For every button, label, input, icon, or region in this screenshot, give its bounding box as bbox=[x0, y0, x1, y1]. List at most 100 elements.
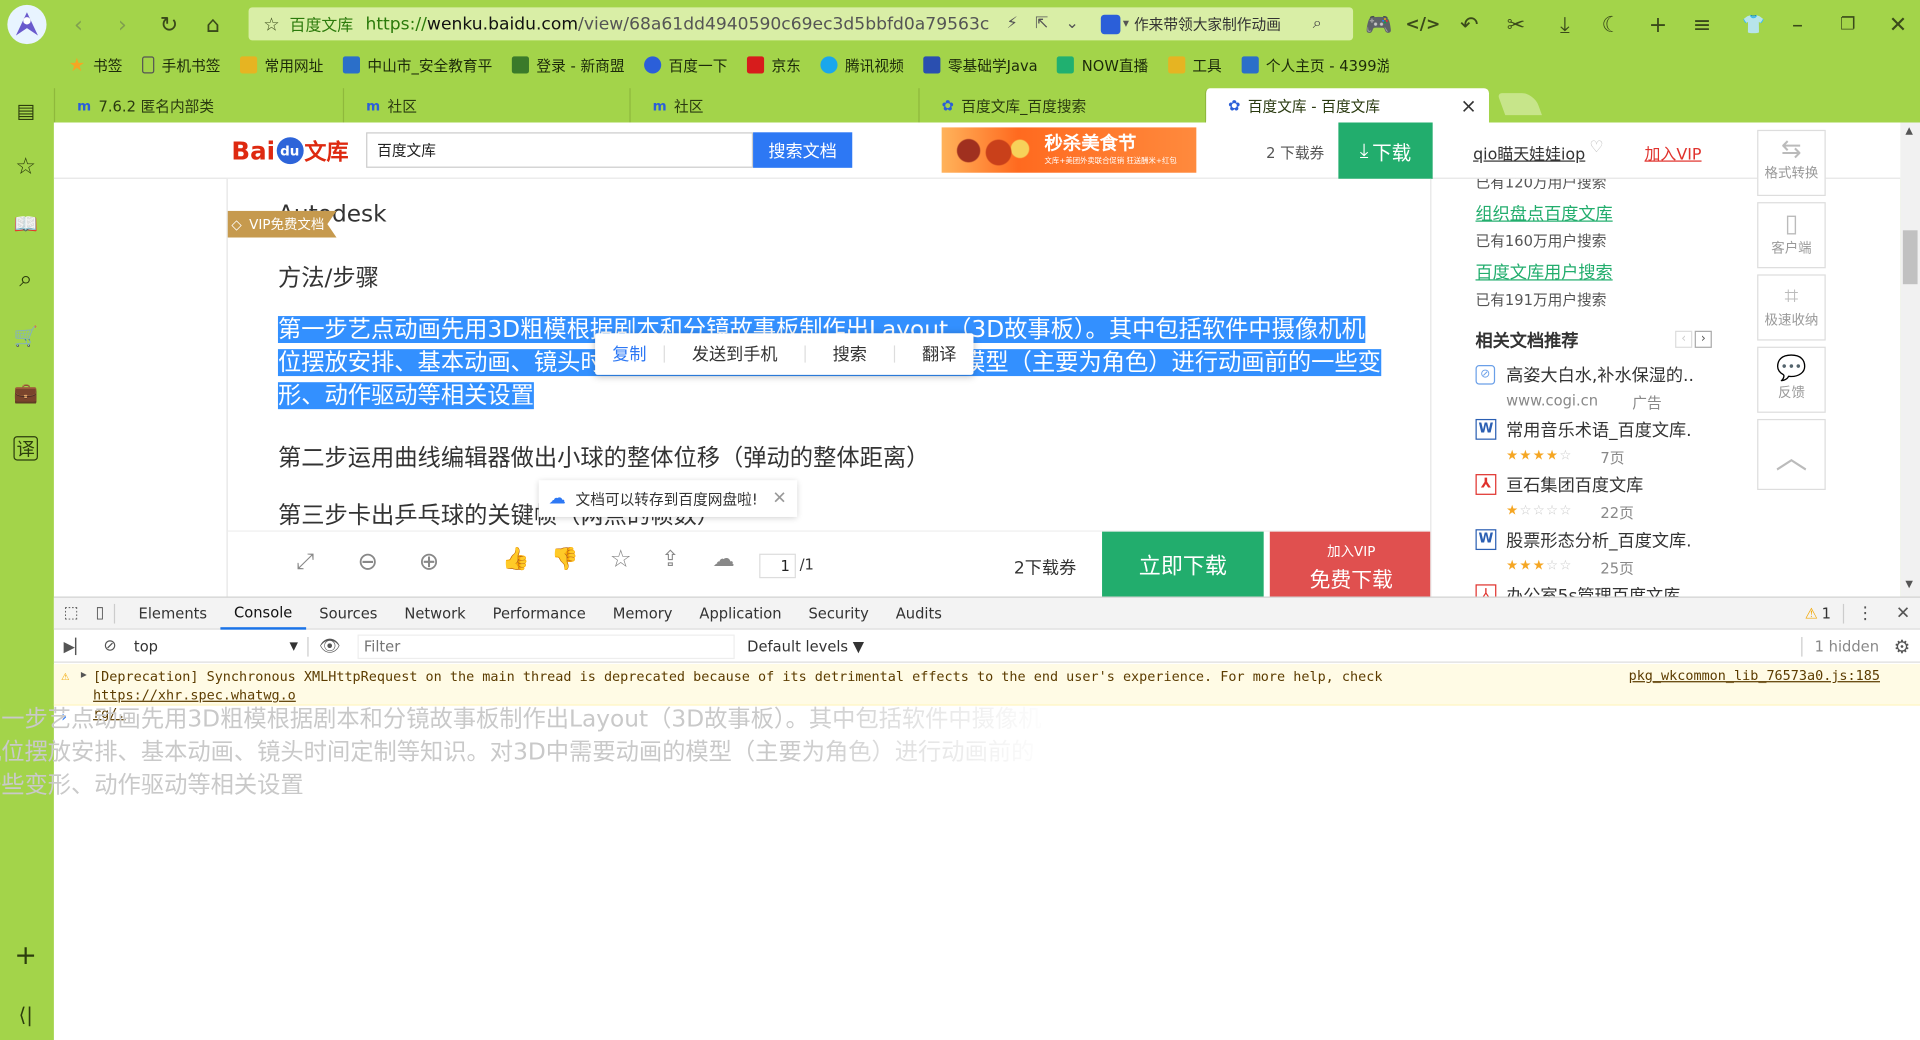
menu-send-to-phone[interactable]: 发送到手机 bbox=[665, 342, 805, 367]
menu-copy[interactable]: 复制 bbox=[595, 342, 664, 367]
share-icon[interactable]: ⇪ bbox=[661, 546, 679, 572]
devtools-tab-performance[interactable]: Performance bbox=[479, 597, 599, 629]
client-button[interactable]: ▯ 客户端 bbox=[1757, 202, 1826, 269]
devtools-menu-icon[interactable]: ⋮ bbox=[1857, 603, 1874, 623]
bookmark-item[interactable]: 京东 bbox=[747, 55, 801, 76]
translate-icon[interactable]: 译 bbox=[13, 436, 38, 461]
devtools-tab-console[interactable]: Console bbox=[220, 597, 306, 630]
bookmark-item[interactable]: 手机书签 bbox=[142, 55, 220, 76]
tab-item[interactable]: ✿ 百度文库_百度搜索 bbox=[918, 88, 1207, 123]
console-filter-input[interactable] bbox=[357, 633, 735, 659]
devtools-tab-network[interactable]: Network bbox=[391, 597, 479, 629]
thumbs-up-icon[interactable]: 👍 bbox=[502, 546, 529, 572]
fullscreen-icon[interactable]: ⤢ bbox=[296, 549, 314, 575]
menu-icon[interactable]: ≡ bbox=[1687, 10, 1716, 39]
zoom-in-icon[interactable]: ⊕ bbox=[419, 546, 440, 575]
devtools-tab-elements[interactable]: Elements bbox=[125, 597, 220, 629]
wenku-search-input[interactable]: 百度文库 bbox=[366, 132, 754, 168]
hot-search-link[interactable]: 百度文库用户搜索 bbox=[1476, 260, 1613, 285]
zoom-out-icon[interactable]: ⊖ bbox=[358, 546, 379, 575]
bookmark-item[interactable]: 个人主页 - 4399游 bbox=[1241, 55, 1388, 76]
share-icon[interactable]: ⇱ bbox=[1035, 15, 1048, 33]
devtools-tab-audits[interactable]: Audits bbox=[882, 597, 955, 629]
lightning-icon[interactable]: ⚡ bbox=[1007, 15, 1018, 33]
add-icon[interactable]: + bbox=[11, 940, 40, 971]
browser-logo[interactable] bbox=[7, 4, 47, 45]
warning-count[interactable]: 1 bbox=[1822, 605, 1831, 622]
menu-search[interactable]: 搜索 bbox=[806, 342, 894, 367]
favorites-icon[interactable]: ☆ bbox=[11, 152, 40, 181]
new-tab-icon[interactable]: + bbox=[1643, 10, 1672, 39]
search-icon[interactable]: ⌕ bbox=[11, 265, 40, 294]
code-icon[interactable]: </> bbox=[1405, 10, 1440, 39]
quick-collect-button[interactable]: ⌗ 极速收纳 bbox=[1757, 274, 1826, 341]
devtools-tab-security[interactable]: Security bbox=[795, 597, 882, 629]
source-link[interactable]: pkg_wkcommon_lib_76573a0.js:185 bbox=[1629, 668, 1880, 684]
search-query[interactable]: 作来带领大家制作动画 bbox=[1134, 13, 1305, 34]
tab-item[interactable]: m 社区 bbox=[629, 88, 918, 123]
bag-icon[interactable]: 💼 bbox=[11, 377, 40, 406]
feedback-button[interactable]: 💬 反馈 bbox=[1757, 346, 1826, 413]
engine-caret-icon[interactable]: ▾ bbox=[1123, 17, 1129, 30]
search-engine-icon[interactable] bbox=[1100, 14, 1121, 34]
vip-free-download-button[interactable]: 加入VIP 免费下载 bbox=[1269, 531, 1431, 597]
download-icon[interactable]: ⤓ bbox=[1550, 10, 1579, 39]
book-icon[interactable]: 📖 bbox=[11, 208, 40, 237]
bookmark-star-icon[interactable]: ☆ bbox=[263, 13, 279, 35]
bookmark-item[interactable]: ★ 书签 bbox=[69, 55, 123, 76]
forward-icon[interactable]: › bbox=[108, 10, 137, 39]
night-mode-icon[interactable]: ☾ bbox=[1597, 10, 1626, 39]
promo-banner[interactable]: 秒杀美食节 文库+美团外卖联合促销 狂送酬米+红包 bbox=[941, 127, 1197, 173]
page-number-input[interactable]: 1 bbox=[759, 553, 796, 579]
scroll-down-arrow[interactable]: ▼ bbox=[1905, 578, 1913, 589]
bookmark-item[interactable]: 中山市_安全教育平 bbox=[342, 55, 492, 76]
tab-close-icon[interactable]: × bbox=[1460, 94, 1476, 117]
device-toolbar-icon[interactable]: ▯ bbox=[96, 604, 105, 622]
devtools-tab-sources[interactable]: Sources bbox=[306, 597, 391, 629]
maximize-icon[interactable]: ❐ bbox=[1833, 10, 1862, 39]
reader-icon[interactable]: ▤ bbox=[11, 96, 40, 125]
tab-item-active[interactable]: ✿ 百度文库 - 百度文库 × bbox=[1204, 88, 1489, 123]
bookmark-item[interactable]: 腾讯视频 bbox=[820, 55, 904, 76]
username-link[interactable]: qio瞄天娃娃iop bbox=[1473, 141, 1585, 164]
page-scrollbar[interactable]: ▲ ▼ bbox=[1900, 122, 1920, 597]
bookmark-item[interactable]: 登录 - 新商盟 bbox=[511, 55, 625, 76]
back-to-top-button[interactable]: ︿ bbox=[1757, 418, 1826, 490]
address-bar[interactable]: ☆ 百度文库 https://wenku.baidu.com/view/68a6… bbox=[248, 7, 1354, 41]
inspect-icon[interactable]: ⬚ bbox=[64, 603, 84, 623]
bookmark-item[interactable]: 常用网址 bbox=[240, 55, 323, 76]
bookmark-item[interactable]: NOW直播 bbox=[1057, 55, 1148, 76]
header-download-button[interactable]: ⤓ 下载 bbox=[1338, 122, 1433, 179]
new-tab-button[interactable] bbox=[1497, 93, 1542, 116]
game-icon[interactable]: 🎮 bbox=[1364, 10, 1393, 39]
tab-item[interactable]: m 7.6.2 匿名内部类 bbox=[53, 88, 343, 123]
bookmark-item[interactable]: 零基础学Java bbox=[923, 55, 1038, 76]
devtools-tab-memory[interactable]: Memory bbox=[599, 597, 686, 629]
bookmark-item[interactable]: 工具 bbox=[1167, 55, 1222, 76]
scroll-up-arrow[interactable]: ▲ bbox=[1905, 125, 1913, 136]
refresh-icon[interactable]: ↻ bbox=[154, 10, 183, 39]
prev-arrow-icon[interactable]: ‹ bbox=[1675, 330, 1693, 348]
dropdown-icon[interactable]: ⌄ bbox=[1065, 15, 1078, 33]
minimize-icon[interactable]: – bbox=[1783, 10, 1812, 39]
settings-gear-icon[interactable]: ⚙ bbox=[1894, 635, 1910, 657]
format-convert-button[interactable]: ⇆ 格式转换 bbox=[1757, 129, 1826, 196]
toast-close-icon[interactable]: ✕ bbox=[772, 489, 786, 509]
eye-icon[interactable]: 👁 bbox=[319, 636, 341, 656]
scissors-icon[interactable]: ✂ bbox=[1501, 10, 1530, 39]
thumbs-down-icon[interactable]: 👎 bbox=[551, 546, 578, 572]
back-icon[interactable]: ‹ bbox=[64, 10, 93, 39]
close-window-icon[interactable]: ✕ bbox=[1883, 10, 1912, 39]
collapse-sidebar-icon[interactable]: ⟨| bbox=[11, 1000, 40, 1029]
favorite-icon[interactable]: ☆ bbox=[610, 544, 632, 573]
devtools-tab-application[interactable]: Application bbox=[686, 597, 795, 629]
hot-search-link[interactable]: 组织盘点百度文库 bbox=[1476, 201, 1613, 226]
shirt-icon[interactable]: 👕 bbox=[1739, 10, 1768, 39]
context-selector[interactable]: top ▼ bbox=[134, 634, 298, 659]
cart-icon[interactable]: 🛒 bbox=[11, 321, 40, 350]
wenku-search-button[interactable]: 搜索文档 bbox=[753, 132, 853, 168]
devtools-close-icon[interactable]: ✕ bbox=[1896, 603, 1910, 623]
tab-item[interactable]: m 社区 bbox=[342, 88, 632, 123]
instant-download-button[interactable]: 立即下载 bbox=[1102, 531, 1264, 597]
menu-translate[interactable]: 翻译 bbox=[895, 342, 973, 367]
